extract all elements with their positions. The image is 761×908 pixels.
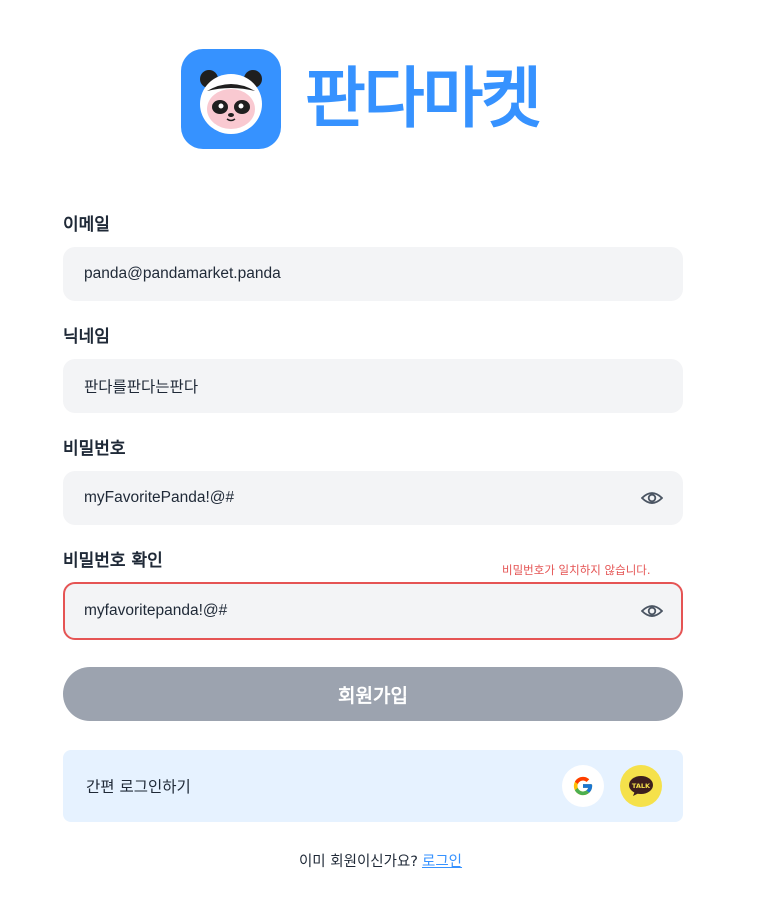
nickname-label: 닉네임 [63,327,110,347]
nickname-field-wrap [63,359,683,413]
eye-icon[interactable] [641,600,663,622]
password-field-wrap [63,471,683,525]
brand-name: 판다마켓 [305,60,542,137]
google-login-button[interactable] [562,765,604,807]
social-login-buttons: TALK [562,765,662,807]
email-field[interactable] [84,247,663,301]
kakao-login-button[interactable]: TALK [620,765,662,807]
login-link[interactable]: 로그인 [422,854,462,870]
password-label: 비밀번호 [63,439,126,459]
password-confirm-label: 비밀번호 확인 [63,551,163,571]
login-prompt-text: 이미 회원이신가요? [298,854,418,870]
kakao-talk-icon: TALK [629,776,653,796]
easy-login-panel: 간편 로그인하기 TALK [63,750,683,822]
signup-button[interactable]: 회원가입 [63,667,683,721]
google-icon [573,776,593,796]
eye-icon[interactable] [641,487,663,509]
password-field[interactable] [84,471,641,525]
password-mismatch-error: 비밀번호가 일치하지 않습니다. [502,563,651,577]
nickname-field[interactable] [84,359,663,413]
email-label: 이메일 [63,215,110,235]
password-confirm-field[interactable] [84,584,641,638]
email-field-wrap [63,247,683,301]
brand-logo[interactable]: 판다마켓 [181,49,542,149]
kakao-talk-badge: TALK [632,782,651,790]
password-confirm-field-wrap [63,582,683,640]
easy-login-label: 간편 로그인하기 [86,778,191,796]
login-prompt: 이미 회원이신가요? 로그인 [0,850,761,871]
panda-icon [181,49,281,149]
